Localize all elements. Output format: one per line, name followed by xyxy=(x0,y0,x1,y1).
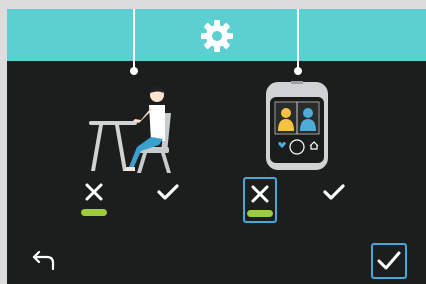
settings-screen xyxy=(7,9,426,284)
indicator-bar-desk xyxy=(81,209,107,216)
check-icon xyxy=(157,184,179,200)
pointer-line-left xyxy=(133,9,135,72)
accept-option-watch[interactable] xyxy=(317,175,351,209)
smartwatch-illustration xyxy=(266,81,328,170)
gear-icon xyxy=(201,20,233,52)
check-icon xyxy=(377,251,401,270)
pointer-dot-right xyxy=(294,67,302,75)
check-icon xyxy=(323,184,345,200)
confirm-button[interactable] xyxy=(371,243,407,279)
pointer-line-right xyxy=(297,9,299,72)
cross-icon xyxy=(85,183,103,201)
accept-option-desk[interactable] xyxy=(151,175,185,209)
reject-option-desk[interactable] xyxy=(77,175,111,209)
pointer-dot-left xyxy=(130,67,138,75)
cross-icon xyxy=(251,185,269,203)
header-bar xyxy=(7,9,426,61)
person-at-desk-illustration xyxy=(89,86,171,173)
back-arrow-icon xyxy=(32,250,55,271)
indicator-bar-watch xyxy=(247,210,273,217)
back-button[interactable] xyxy=(27,243,61,277)
